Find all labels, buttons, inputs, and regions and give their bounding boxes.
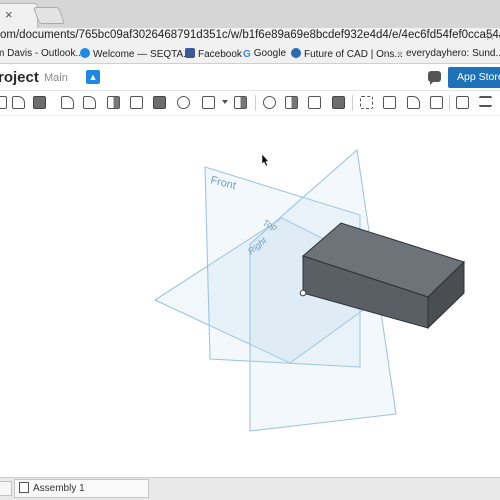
bookmark-everydayhero[interactable]: ♥ everydayhero: Sund... [397, 48, 500, 60]
variable-tool-icon[interactable] [456, 96, 469, 109]
mouse-cursor-icon [261, 153, 270, 167]
graphics-canvas[interactable]: Front Top Right [0, 117, 500, 477]
delete-part-tool-icon[interactable] [332, 96, 345, 109]
pattern-tool-icon[interactable] [202, 96, 215, 109]
browser-tab[interactable]: × [0, 3, 38, 28]
seqta-icon [80, 48, 90, 58]
sweep-tool-icon[interactable] [407, 96, 420, 109]
plane-tool-icon[interactable] [360, 96, 373, 109]
sketch-tool-icon[interactable] [0, 96, 7, 109]
loft-tool-icon[interactable] [430, 96, 443, 109]
fillet-tool-icon[interactable] [61, 96, 74, 109]
toolbar-separator [255, 95, 256, 111]
new-tab-button[interactable] [32, 7, 66, 24]
boolean-tool-icon[interactable] [263, 96, 276, 109]
assembly-icon [19, 482, 29, 493]
branch-label[interactable]: Main [44, 72, 68, 84]
bookmark-label: Future of CAD | Ons... [304, 49, 403, 60]
model-viewport[interactable]: Front Top Right [0, 117, 500, 477]
facebook-icon [185, 48, 195, 58]
bookmark-future-of-cad[interactable]: Future of CAD | Ons... [291, 48, 403, 60]
origin-marker[interactable] [299, 289, 307, 297]
assembly-tab[interactable]: Assembly 1 [14, 479, 149, 498]
helix-tool-icon[interactable] [383, 96, 396, 109]
browser-tab-strip: × [0, 0, 500, 28]
bookmark-label: Google [253, 48, 287, 59]
heart-icon: ♥ [397, 49, 403, 60]
rib-tool-icon[interactable] [130, 96, 143, 109]
bookmark-label: m Davis - Outlook... [0, 48, 84, 59]
bookmark-outlook[interactable]: m Davis - Outlook... [0, 48, 84, 59]
onshape-icon [291, 48, 301, 58]
address-bar[interactable]: om/documents/765bc09af3026468791d351c/w/… [0, 28, 500, 45]
chamfer-tool-icon[interactable] [83, 96, 96, 109]
draft-tool-icon[interactable] [107, 96, 120, 109]
learning-center-icon[interactable]: ▲ [86, 70, 100, 84]
app-store-button[interactable]: App Store [448, 67, 500, 88]
bookmark-label: everydayhero: Sund... [405, 48, 500, 59]
bookmark-label: Facebook [198, 49, 242, 60]
feature-list-menu-icon[interactable] [479, 96, 492, 107]
bookmarks-bar: m Davis - Outlook... Welcome — SEQTA... … [0, 45, 500, 64]
shell-tool-icon[interactable] [153, 96, 166, 109]
url-text[interactable]: om/documents/765bc09af3026468791d351c/w/… [0, 29, 500, 41]
mirror-tool-icon[interactable] [234, 96, 247, 109]
google-icon: G [243, 49, 251, 60]
pattern-dropdown-icon[interactable] [222, 100, 228, 104]
bookmark-star-icon[interactable]: ☆ [484, 28, 496, 44]
close-tab-icon[interactable]: × [5, 8, 13, 22]
document-title[interactable]: roject [0, 69, 39, 86]
bookmark-seqta[interactable]: Welcome — SEQTA... [80, 48, 192, 60]
tab-manager-button[interactable] [0, 481, 12, 496]
feature-toolbar [0, 91, 500, 116]
bookmark-facebook[interactable]: Facebook [185, 48, 242, 60]
toolbar-separator [352, 95, 353, 111]
extrude-tool-icon[interactable] [12, 96, 25, 109]
assembly-tab-label: Assembly 1 [33, 483, 85, 494]
toolbar-separator [449, 95, 450, 111]
bookmark-label: Welcome — SEQTA... [93, 49, 192, 60]
hole-tool-icon[interactable] [177, 96, 190, 109]
split-tool-icon[interactable] [285, 96, 298, 109]
bookmark-google[interactable]: G Google [243, 48, 287, 60]
screen: × om/documents/765bc09af3026468791d351c/… [0, 0, 500, 500]
chat-icon[interactable] [428, 71, 441, 85]
bottom-tab-bar: Assembly 1 [0, 477, 500, 500]
transform-tool-icon[interactable] [308, 96, 321, 109]
revolve-tool-icon[interactable] [33, 96, 46, 109]
app-header: roject Main ▲ App Store [0, 64, 500, 91]
